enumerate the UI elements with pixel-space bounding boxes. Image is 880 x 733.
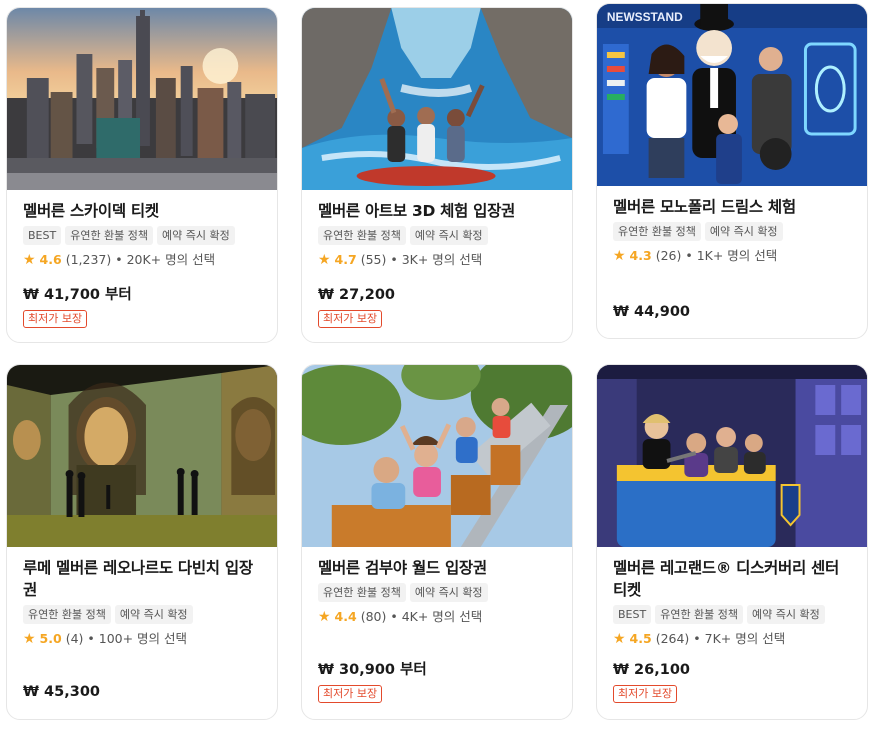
review-count: (264): [655, 631, 690, 646]
booked-count: • 100+ 명의 선택: [87, 631, 188, 646]
product-card[interactable]: NEWSSTAND 멜버른 모노폴리 드림스 체험 유연한 환불 정책 예약 즉…: [596, 3, 868, 339]
tag-list: 유연한 환불 정책 예약 즉시 확정: [613, 222, 851, 241]
rating-score: 4.5: [629, 631, 652, 646]
tag-list: 유연한 환불 정책 예약 즉시 확정: [23, 605, 261, 624]
refund-tag: 유연한 환불 정책: [65, 226, 154, 245]
rating-score: 4.3: [629, 248, 652, 263]
refund-tag: 유연한 환불 정책: [318, 583, 406, 602]
lowest-price-badge: 최저가 보장: [318, 310, 383, 328]
price-block: ₩ 26,100 최저가 보장: [613, 660, 690, 703]
newsstand-sign-text: NEWSSTAND: [607, 10, 683, 24]
card-title[interactable]: 멜버른 검부야 월드 입장권: [318, 557, 556, 579]
rating-score: 5.0: [39, 631, 62, 646]
review-count: (4): [65, 631, 84, 646]
rating-row: ★ 4.7 (55) • 3K+ 명의 선택: [318, 251, 556, 269]
lowest-price-badge: 최저가 보장: [23, 310, 88, 328]
card-title[interactable]: 멜버른 아트보 3D 체험 입장권: [318, 200, 556, 222]
review-count: (80): [360, 609, 387, 624]
price: ₩ 26,100: [613, 662, 690, 678]
price: ₩ 30,900 부터: [318, 662, 427, 678]
refund-tag: 유연한 환불 정책: [655, 605, 744, 624]
booked-count: • 3K+ 명의 선택: [390, 252, 483, 267]
instant-confirm-tag: 예약 즉시 확정: [409, 226, 488, 245]
rating-score: 4.7: [334, 252, 357, 267]
tag-list: BEST 유연한 환불 정책 예약 즉시 확정: [23, 226, 261, 245]
review-count: (1,237): [65, 252, 112, 267]
melbourne-skyline-image[interactable]: [7, 8, 277, 190]
star-icon: ★: [318, 252, 331, 268]
card-title[interactable]: 멜버른 모노폴리 드림스 체험: [613, 196, 851, 218]
price: ₩ 27,200: [318, 287, 395, 303]
product-card[interactable]: 멜버른 레고랜드® 디스커버리 센터 티켓 BEST 유연한 환불 정책 예약 …: [596, 364, 868, 720]
card-title[interactable]: 멜버른 레고랜드® 디스커버리 센터 티켓: [613, 557, 851, 601]
instant-confirm-tag: 예약 즉시 확정: [704, 222, 783, 241]
star-icon: ★: [23, 631, 36, 647]
booked-count: • 1K+ 명의 선택: [685, 248, 778, 263]
instant-confirm-tag: 예약 즉시 확정: [747, 605, 825, 624]
star-icon: ★: [318, 609, 331, 625]
price-block: ₩ 41,700 부터 최저가 보장: [23, 285, 132, 328]
product-card[interactable]: 멜버른 스카이덱 티켓 BEST 유연한 환불 정책 예약 즉시 확정 ★ 4.…: [6, 7, 278, 343]
booked-count: • 20K+ 명의 선택: [115, 252, 216, 267]
price-block: ₩ 30,900 부터 최저가 보장: [318, 660, 427, 703]
lowest-price-badge: 최저가 보장: [613, 685, 678, 703]
tag-list: 유연한 환불 정책 예약 즉시 확정: [318, 226, 556, 245]
review-count: (55): [360, 252, 387, 267]
instant-confirm-tag: 예약 즉시 확정: [157, 226, 235, 245]
tag-list: BEST 유연한 환불 정책 예약 즉시 확정: [613, 605, 851, 624]
best-tag: BEST: [23, 226, 62, 245]
tag-list: 유연한 환불 정책 예약 즉시 확정: [318, 583, 556, 602]
rating-row: ★ 4.6 (1,237) • 20K+ 명의 선택: [23, 251, 261, 269]
review-count: (26): [655, 248, 682, 263]
monopoly-newsstand-image[interactable]: NEWSSTAND: [597, 4, 867, 186]
legoland-ride-image[interactable]: [597, 365, 867, 547]
rating-row: ★ 4.3 (26) • 1K+ 명의 선택: [613, 247, 851, 265]
product-card[interactable]: 루메 멜버른 레오나르도 다빈치 입장권 유연한 환불 정책 예약 즉시 확정 …: [6, 364, 278, 720]
booked-count: • 7K+ 명의 선택: [693, 631, 786, 646]
best-tag: BEST: [613, 605, 652, 624]
rollercoaster-image[interactable]: [302, 365, 572, 547]
3d-art-rafting-image[interactable]: [302, 8, 572, 190]
rating-score: 4.4: [334, 609, 357, 624]
refund-tag: 유연한 환불 정책: [613, 222, 701, 241]
price: ₩ 41,700 부터: [23, 287, 132, 303]
star-icon: ★: [613, 248, 626, 264]
booked-count: • 4K+ 명의 선택: [390, 609, 483, 624]
product-card[interactable]: 멜버른 검부야 월드 입장권 유연한 환불 정책 예약 즉시 확정 ★ 4.4 …: [301, 364, 573, 720]
price-block: ₩ 45,300: [23, 682, 100, 702]
card-title[interactable]: 루메 멜버른 레오나르도 다빈치 입장권: [23, 557, 261, 601]
rating-row: ★ 5.0 (4) • 100+ 명의 선택: [23, 630, 261, 648]
product-card[interactable]: 멜버른 아트보 3D 체험 입장권 유연한 환불 정책 예약 즉시 확정 ★ 4…: [301, 7, 573, 343]
lowest-price-badge: 최저가 보장: [318, 685, 383, 703]
instant-confirm-tag: 예약 즉시 확정: [409, 583, 488, 602]
refund-tag: 유연한 환불 정책: [318, 226, 406, 245]
card-title[interactable]: 멜버른 스카이덱 티켓: [23, 200, 261, 222]
mona-lisa-projection-image[interactable]: [7, 365, 277, 547]
instant-confirm-tag: 예약 즉시 확정: [114, 605, 193, 624]
refund-tag: 유연한 환불 정책: [23, 605, 111, 624]
rating-row: ★ 4.5 (264) • 7K+ 명의 선택: [613, 630, 851, 648]
star-icon: ★: [23, 252, 36, 268]
price-block: ₩ 44,900: [613, 302, 690, 322]
price: ₩ 45,300: [23, 684, 100, 700]
price: ₩ 44,900: [613, 304, 690, 320]
star-icon: ★: [613, 631, 626, 647]
price-block: ₩ 27,200 최저가 보장: [318, 285, 395, 328]
rating-score: 4.6: [39, 252, 62, 267]
rating-row: ★ 4.4 (80) • 4K+ 명의 선택: [318, 608, 556, 626]
